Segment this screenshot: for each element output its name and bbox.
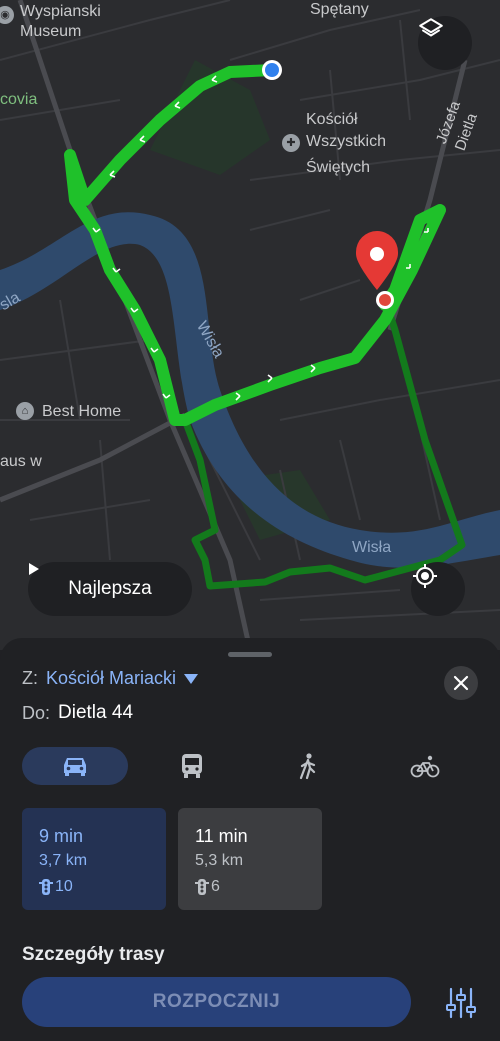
traffic-light-icon (39, 879, 53, 895)
map-canvas (0, 0, 500, 650)
best-route-button[interactable]: Najlepsza (28, 562, 192, 616)
tune-icon (446, 987, 476, 1019)
start-navigation-button[interactable]: ROZPOCZNIJ (22, 977, 411, 1027)
route-time: 9 min (39, 826, 84, 846)
map-label-wisla-2: Wisła (352, 539, 392, 556)
origin-prefix: Z: (22, 668, 38, 688)
map-label-wszystkich: Wszystkich (306, 133, 386, 150)
mode-bicycle-tab[interactable] (400, 747, 450, 785)
route-distance: 5,3 km (195, 852, 244, 869)
map-label-wyspianski: Wyspianski (20, 3, 101, 20)
route-lights-count: 10 (55, 878, 73, 895)
route-lights-count: 6 (211, 878, 220, 895)
map-label-covia: covia (0, 91, 38, 108)
route-lights-row: 6 (195, 878, 220, 896)
close-button[interactable] (444, 666, 478, 700)
bus-icon (182, 754, 202, 778)
best-route-label: Najlepsza (68, 578, 152, 599)
traffic-light-icon (195, 879, 209, 895)
dropdown-arrow-icon[interactable] (184, 673, 199, 684)
origin-value[interactable]: Kościół Mariacki (46, 668, 176, 689)
map-label-swietych: Świętych (306, 159, 371, 176)
route-option-card-1[interactable]: 9 min 3,7 km 10 (22, 808, 166, 910)
route-options-button[interactable] (441, 983, 481, 1023)
origin-dot (265, 63, 279, 77)
map-label-aus-w: aus w (0, 453, 42, 470)
route-distance: 3,7 km (39, 852, 88, 869)
my-location-button[interactable] (411, 562, 465, 616)
home-icon: ⌂ (16, 402, 34, 420)
map-label-kosciol: Kościół (306, 111, 358, 128)
map-label-spetany: Spętany (310, 1, 369, 18)
play-arrow-icon (29, 563, 39, 575)
destination-pin-icon (355, 231, 399, 290)
destination-dot (379, 294, 391, 306)
layers-button[interactable] (418, 16, 472, 70)
map-label-best-home: Best Home (42, 403, 122, 420)
destination-value[interactable]: Dietla 44 (58, 702, 133, 724)
route-lights-row: 10 (39, 878, 73, 896)
walking-icon (299, 753, 316, 780)
map-view[interactable]: ◉ Wyspianski Museum Spętany Kościół ✚ Ws… (0, 0, 500, 650)
mode-walking-tab[interactable] (284, 747, 332, 785)
map-label-museum: Museum (20, 23, 82, 40)
route-option-card-2[interactable]: 11 min 5,3 km 6 (178, 808, 322, 910)
close-icon (453, 675, 469, 691)
my-location-icon (413, 564, 437, 588)
origin-row[interactable]: Z: Kościół Mariacki (22, 668, 199, 689)
directions-sheet: Z: Kościół Mariacki Do: Dietla 44 9 min … (0, 638, 500, 1041)
route-time: 11 min (195, 826, 248, 846)
mode-transit-tab[interactable] (168, 747, 216, 785)
bicycle-icon (410, 755, 440, 778)
destination-row[interactable]: Do: Dietla 44 (22, 702, 133, 724)
mode-car-tab[interactable] (22, 747, 128, 785)
church-icon: ✚ (282, 134, 300, 152)
layers-icon (419, 18, 443, 37)
sheet-drag-handle[interactable] (228, 652, 272, 657)
route-details-heading[interactable]: Szczegóły trasy (22, 944, 165, 966)
destination-prefix: Do: (22, 702, 51, 723)
car-icon (64, 758, 86, 776)
